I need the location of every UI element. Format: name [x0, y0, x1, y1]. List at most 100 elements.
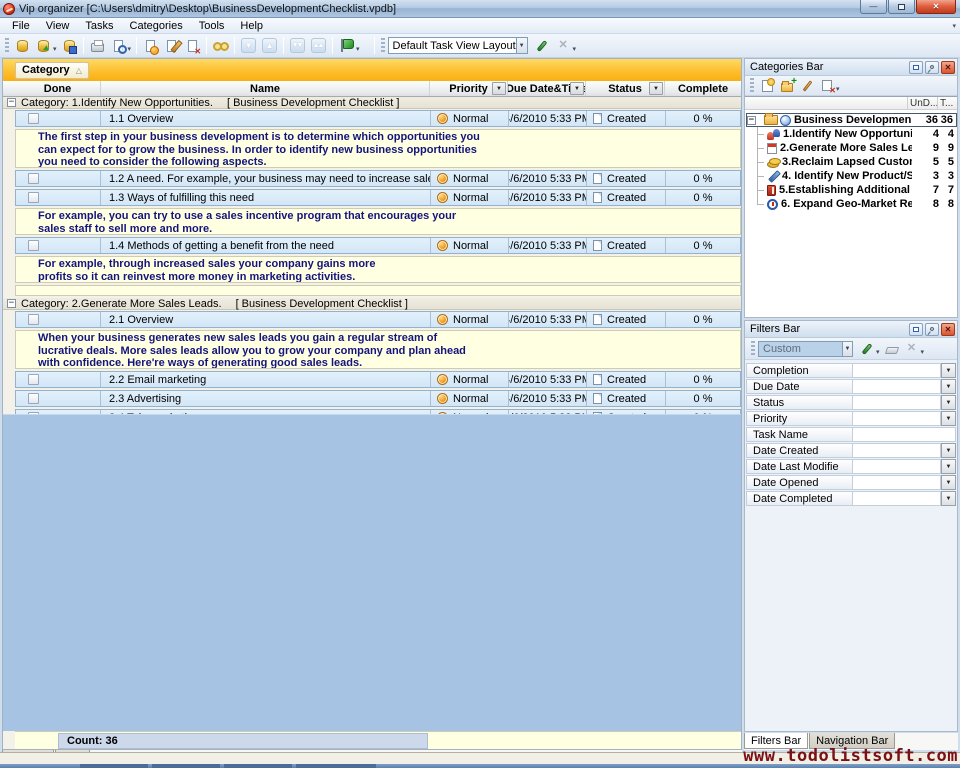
- filter-dropdown-icon[interactable]: ▼: [941, 443, 956, 458]
- delete-task-button[interactable]: [182, 36, 203, 56]
- categories-close-icon[interactable]: ✕: [941, 61, 955, 74]
- column-header-priority[interactable]: Priority ▼: [430, 81, 508, 96]
- task-name-cell[interactable]: 2.2 Email marketing: [101, 372, 431, 387]
- task-name-cell[interactable]: 1.2 A need. For example, your business m…: [101, 171, 431, 186]
- menu-view[interactable]: View: [38, 18, 78, 33]
- collapse-icon[interactable]: −: [7, 299, 16, 308]
- filters-toolbar-grip[interactable]: [751, 341, 755, 357]
- print-button[interactable]: [87, 36, 108, 56]
- move-down-button[interactable]: ▼: [238, 36, 259, 56]
- delete-category-button[interactable]: [817, 77, 837, 95]
- edit-category-button[interactable]: [797, 77, 817, 95]
- category-group-row[interactable]: −Category: 2.Generate More Sales Leads.[…: [3, 298, 741, 310]
- done-checkbox[interactable]: [28, 314, 39, 325]
- filter-value-field[interactable]: [853, 379, 941, 394]
- new-category-button[interactable]: [777, 77, 797, 95]
- filter-value-field[interactable]: [853, 395, 941, 410]
- category-item-row[interactable]: 6. Expand Geo-Market Reac88: [745, 197, 957, 211]
- apply-filter-button[interactable]: [857, 340, 877, 358]
- category-item-row[interactable]: 3.Reclaim Lapsed Customers55: [745, 155, 957, 169]
- category-item-row[interactable]: 1.Identify New Opportunities44: [745, 127, 957, 141]
- toolbar-grip2[interactable]: [381, 38, 385, 54]
- filter-dropdown-icon[interactable]: ▼: [941, 379, 956, 394]
- filter-value-field[interactable]: [853, 491, 941, 506]
- filter-value-field[interactable]: [853, 459, 941, 474]
- column-header-status[interactable]: Status ▼: [586, 81, 665, 96]
- new-list-button[interactable]: [757, 77, 777, 95]
- task-row[interactable]: 1.2 A need. For example, your business m…: [15, 170, 741, 187]
- task-view-button[interactable]: [336, 36, 357, 56]
- toolbar-overflow-icon[interactable]: ▾: [952, 22, 956, 30]
- filter-dropdown-icon[interactable]: ▼: [941, 475, 956, 490]
- due-date-filter-dropdown[interactable]: ▼: [570, 82, 584, 95]
- filter-dropdown-icon[interactable]: ▼: [941, 395, 956, 410]
- print-preview-button[interactable]: [108, 36, 129, 56]
- edit-task-button[interactable]: [161, 36, 182, 56]
- category-item-row[interactable]: 4. Identify New Product/Ser33: [745, 169, 957, 183]
- tree-column-undone[interactable]: UnD...: [907, 97, 937, 109]
- save-database-button[interactable]: [59, 36, 80, 56]
- done-checkbox[interactable]: [28, 393, 39, 404]
- clear-filter-button[interactable]: ✕: [902, 340, 922, 358]
- tree-collapse-icon[interactable]: −: [747, 116, 756, 125]
- menu-file[interactable]: File: [4, 18, 38, 33]
- menu-tasks[interactable]: Tasks: [77, 18, 121, 33]
- filter-value-field[interactable]: [853, 475, 941, 490]
- close-button[interactable]: ✕: [916, 0, 956, 14]
- filter-preset-dropdown-icon[interactable]: ▼: [842, 342, 852, 356]
- clear-layout-button[interactable]: ✕: [553, 36, 574, 56]
- done-checkbox[interactable]: [28, 173, 39, 184]
- status-filter-dropdown[interactable]: ▼: [649, 82, 663, 95]
- collapse-icon[interactable]: −: [7, 98, 16, 107]
- categories-toolbar-grip[interactable]: [750, 78, 754, 94]
- layout-combo[interactable]: Default Task View Layout ▼: [388, 37, 528, 54]
- task-name-cell[interactable]: 1.3 Ways of fulfilling this need: [101, 190, 431, 205]
- filter-value-field[interactable]: [853, 443, 941, 458]
- apply-layout-button[interactable]: [532, 36, 553, 56]
- menu-categories[interactable]: Categories: [122, 18, 191, 33]
- task-row[interactable]: 1.4 Methods of getting a benefit from th…: [15, 237, 741, 254]
- tree-column-total[interactable]: T...: [937, 97, 957, 109]
- new-task-button[interactable]: [140, 36, 161, 56]
- task-row[interactable]: 2.3 AdvertisingNormal4/6/2010 5:33 PMCre…: [15, 390, 741, 407]
- task-row[interactable]: 1.1 OverviewNormal4/6/2010 5:33 PMCreate…: [15, 110, 741, 127]
- task-row[interactable]: 2.2 Email marketingNormal4/6/2010 5:33 P…: [15, 371, 741, 388]
- menu-help[interactable]: Help: [232, 18, 271, 33]
- task-name-cell[interactable]: 1.4 Methods of getting a benefit from th…: [101, 238, 431, 253]
- move-to-bottom-button[interactable]: ▼▼: [287, 36, 308, 56]
- task-row[interactable]: 2.1 OverviewNormal4/6/2010 5:33 PMCreate…: [15, 311, 741, 328]
- category-group-row[interactable]: −Category: 1.Identify New Opportunities.…: [3, 97, 741, 109]
- done-checkbox[interactable]: [28, 240, 39, 251]
- done-checkbox[interactable]: [28, 192, 39, 203]
- filters-minimize-icon[interactable]: [909, 323, 923, 336]
- task-row[interactable]: 1.3 Ways of fulfilling this needNormal4/…: [15, 189, 741, 206]
- open-database-button[interactable]: [33, 36, 54, 56]
- group-by-category-button[interactable]: Category △: [15, 62, 89, 79]
- minimize-button[interactable]: —: [860, 0, 887, 14]
- done-checkbox[interactable]: [28, 374, 39, 385]
- column-header-due-date[interactable]: Due Date&Time ▼: [508, 81, 586, 96]
- filter-dropdown-icon[interactable]: ▼: [941, 491, 956, 506]
- filters-close-icon[interactable]: ✕: [941, 323, 955, 336]
- filter-preset-combo[interactable]: Custom ▼: [758, 341, 853, 357]
- filter-dropdown-icon[interactable]: ▼: [941, 459, 956, 474]
- priority-filter-dropdown[interactable]: ▼: [492, 82, 506, 95]
- filter-dropdown-icon[interactable]: ▼: [941, 411, 956, 426]
- filters-pin-icon[interactable]: [925, 323, 939, 336]
- column-header-name[interactable]: Name: [101, 81, 430, 96]
- toolbar-grip[interactable]: [5, 38, 9, 54]
- categories-pin-icon[interactable]: [925, 61, 939, 74]
- menu-tools[interactable]: Tools: [191, 18, 233, 33]
- filter-value-field[interactable]: [853, 427, 956, 442]
- task-name-cell[interactable]: 1.1 Overview: [101, 111, 431, 126]
- category-root-row[interactable]: −Business Development Chec3636: [746, 113, 957, 127]
- task-name-cell[interactable]: 2.3 Advertising: [101, 391, 431, 406]
- column-header-complete[interactable]: Complete: [665, 81, 741, 96]
- combo-dropdown-icon[interactable]: ▼: [516, 38, 527, 53]
- task-name-cell[interactable]: 2.1 Overview: [101, 312, 431, 327]
- move-up-button[interactable]: ▲: [259, 36, 280, 56]
- column-header-done[interactable]: Done: [15, 81, 101, 96]
- maximize-button[interactable]: [888, 0, 915, 14]
- new-database-button[interactable]: [12, 36, 33, 56]
- move-to-top-button[interactable]: ▲▲: [308, 36, 329, 56]
